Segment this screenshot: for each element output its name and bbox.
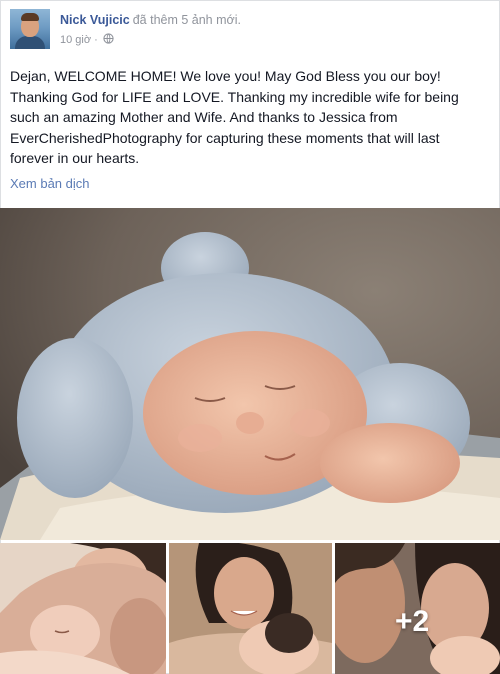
post-text: Dejan, WELCOME HOME! We love you! May Go… [10,66,495,169]
main-photo[interactable] [0,208,500,540]
photo-thumbnail[interactable] [0,543,166,674]
post-text-line: forever in our hearts. [10,150,140,166]
author-name[interactable]: Nick Vujicic [60,13,130,27]
post-time[interactable]: 10 giờ [60,34,91,46]
see-translation-link[interactable]: Xem bản dịch [10,176,90,191]
post-text-line: Thanking God for LIFE and LOVE. Thanking… [10,88,459,105]
globe-icon[interactable] [103,33,114,44]
avatar[interactable] [10,9,50,49]
photo-thumbnail[interactable]: +2 [335,543,500,674]
photo-thumbnail[interactable] [169,543,332,674]
meta-separator: · [94,34,98,46]
post-text-line: EverCherishedPhotography for capturing t… [10,129,440,146]
more-photos-count[interactable]: +2 [395,605,429,639]
post-text-line: such an amazing Mother and Wife. And tha… [10,109,398,125]
post-action: đã thêm 5 ảnh mới. [132,13,241,27]
author-line: Nick Vujicic đã thêm 5 ảnh mới. [60,13,241,27]
post-text-line: Dejan, WELCOME HOME! We love you! May Go… [10,68,441,84]
post-meta: 10 giờ · [60,33,114,46]
